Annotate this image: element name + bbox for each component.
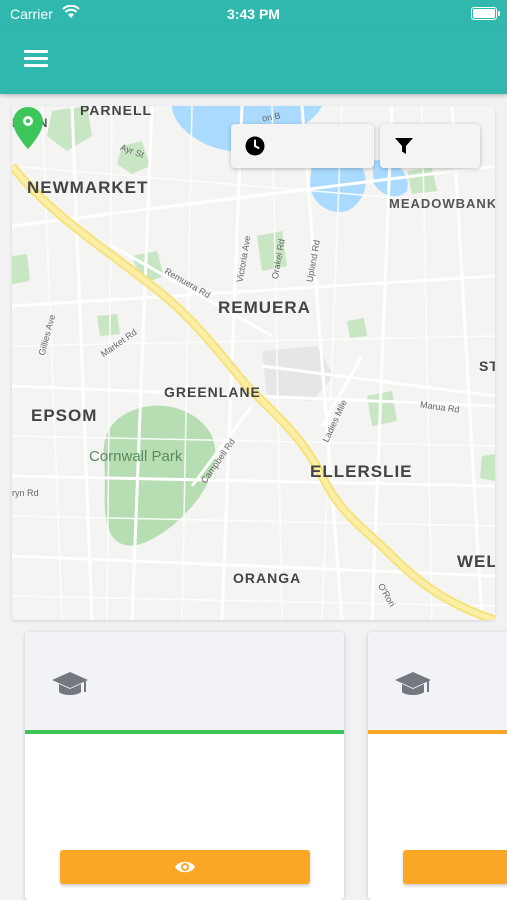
map-label-newmarket: NEWMARKET (27, 178, 149, 197)
eye-icon (175, 861, 195, 873)
map-label-remuera: REMUERA (218, 298, 311, 317)
time-filter-button[interactable] (231, 124, 374, 168)
map-label-parnell: PARNELL (80, 106, 153, 118)
map-label-epsom: EPSOM (31, 406, 98, 425)
school-cards-carousel[interactable] (0, 620, 507, 900)
map-label-cornwall-park: Cornwall Park (89, 448, 183, 465)
view-button[interactable] (403, 850, 507, 884)
status-bar: Carrier 3:43 PM (0, 0, 507, 28)
clock-time: 3:43 PM (227, 6, 280, 22)
graduation-cap-icon (395, 672, 431, 695)
school-card[interactable] (25, 632, 344, 900)
map-label-meadowbank: MEADOWBANK (389, 196, 495, 211)
map-label-wel: WEL (457, 552, 495, 571)
filter-icon (395, 138, 413, 154)
hamburger-menu-icon[interactable] (24, 50, 48, 70)
card-header (368, 632, 507, 730)
map-label-oranga: ORANGA (233, 570, 302, 586)
clock-icon (245, 136, 265, 156)
map-view[interactable]: PARNELL FTON NEWMARKET MEADOWBANK REMUER… (12, 106, 495, 620)
card-accent-bar-orange (368, 730, 507, 734)
view-button[interactable] (60, 850, 310, 884)
battery-icon (471, 7, 500, 20)
map-label-st: ST (479, 358, 495, 374)
graduation-cap-icon (52, 672, 88, 695)
filter-button[interactable] (380, 124, 480, 168)
school-card[interactable] (368, 632, 507, 900)
location-pin-icon[interactable] (12, 106, 44, 150)
app-header (0, 28, 507, 94)
card-header (25, 632, 344, 730)
map-label-ellerslie: ELLERSLIE (310, 462, 413, 481)
map-label-greenlane: GREENLANE (164, 384, 261, 400)
road-label-ryn-rd: ryn Rd (12, 488, 39, 498)
card-accent-bar-green (25, 730, 344, 734)
